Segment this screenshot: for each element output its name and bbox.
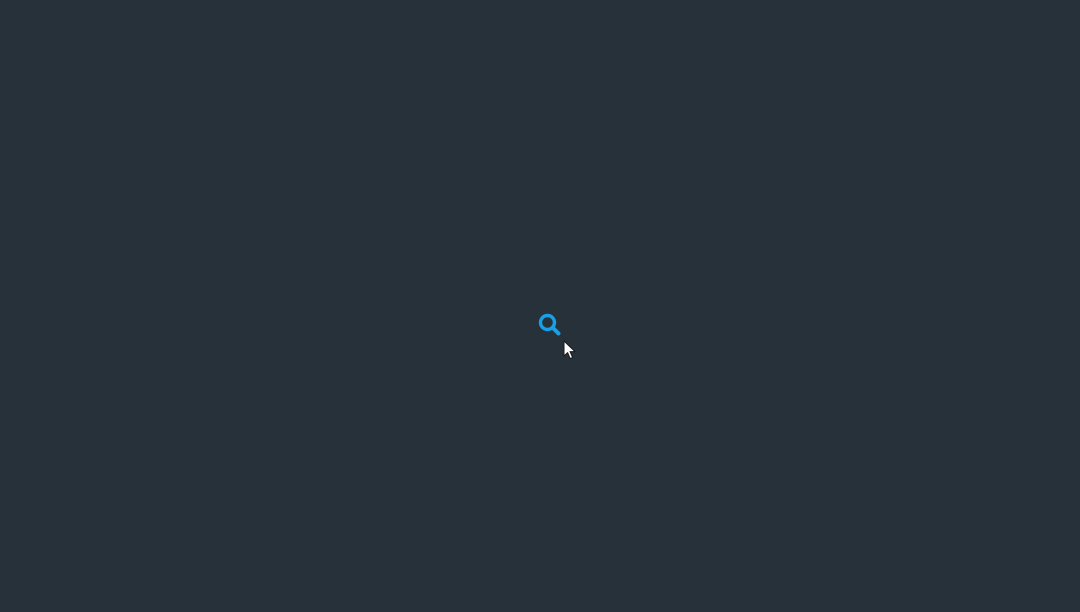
search-button[interactable] <box>536 311 564 339</box>
mouse-pointer-icon <box>563 340 576 360</box>
screen-background <box>0 0 1080 612</box>
search-icon <box>538 313 561 336</box>
